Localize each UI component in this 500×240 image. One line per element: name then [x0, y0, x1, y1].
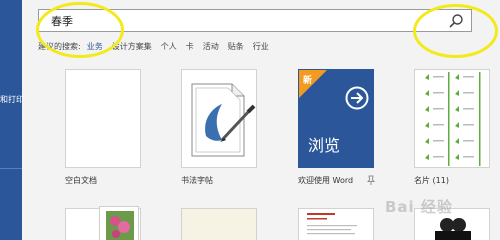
suggestion-business[interactable]: 业务	[87, 41, 103, 52]
business-cards-preview	[425, 72, 481, 166]
suggested-searches-label: 建议的搜索:	[38, 41, 81, 51]
calligraphy-document-icon	[191, 83, 256, 157]
browse-text: 浏览	[308, 136, 341, 155]
template-label: 空白文档	[65, 176, 97, 185]
suggestion-industry[interactable]: 行业	[253, 41, 269, 52]
resume-preview	[307, 213, 357, 235]
template-label: 欢迎使用 Word	[298, 176, 354, 185]
pin-icon[interactable]	[367, 175, 375, 185]
template-label: 书法字帖	[181, 176, 213, 185]
flower-photo-thumbnail	[106, 211, 134, 240]
template-label: 名片 (11)	[414, 176, 449, 185]
template-search-box[interactable]	[38, 9, 472, 32]
sidebar-divider	[0, 168, 22, 169]
suggestion-events[interactable]: 活动	[203, 41, 219, 52]
suggestion-design-sets[interactable]: 设计方案集	[112, 41, 152, 52]
search-button[interactable]	[446, 12, 466, 30]
template-partial-4[interactable]	[298, 208, 374, 240]
search-input[interactable]	[51, 13, 431, 28]
template-calligraphy[interactable]	[181, 69, 257, 168]
new-badge: 新	[303, 76, 313, 86]
sidebar-item-print[interactable]: 和打印	[0, 94, 24, 105]
arrow-right-circle-icon	[345, 86, 369, 110]
suggested-searches: 建议的搜索: 业务 设计方案集 个人 卡 活动 贴条 行业	[38, 40, 278, 52]
suggestion-labels[interactable]: 贴条	[228, 41, 244, 52]
template-welcome-word[interactable]: 新 浏览	[298, 69, 374, 168]
template-partial-3[interactable]	[181, 208, 257, 240]
template-blank-document[interactable]	[65, 69, 141, 168]
backstage-sidebar: 和打印	[0, 0, 24, 240]
suggestion-personal[interactable]: 个人	[161, 41, 177, 52]
search-icon	[449, 14, 463, 28]
template-partial-2[interactable]	[99, 206, 139, 240]
baidu-watermark: Bai 经验	[385, 198, 453, 216]
suggestion-cards[interactable]: 卡	[186, 41, 194, 52]
template-business-cards[interactable]	[414, 69, 490, 168]
